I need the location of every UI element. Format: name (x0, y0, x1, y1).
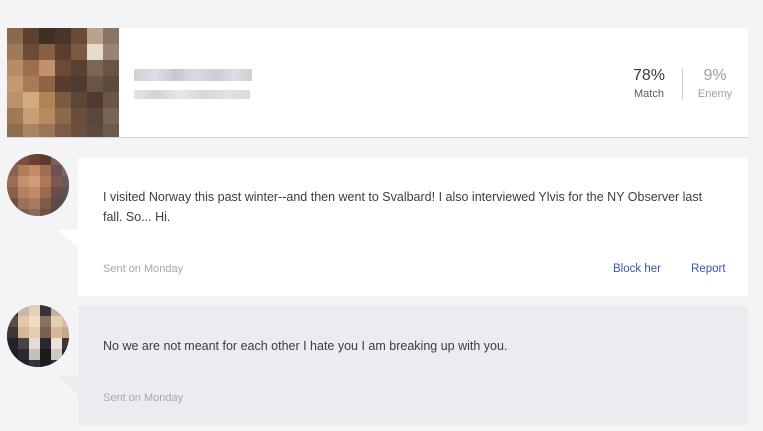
enemy-stat: 9% Enemy (687, 67, 743, 101)
stat-divider (682, 68, 683, 99)
profile-photo[interactable] (7, 28, 119, 137)
message-body: No we are not meant for each other I hat… (103, 339, 508, 353)
match-label: Match (634, 88, 664, 100)
enemy-label: Enemy (697, 88, 733, 100)
message-timestamp: Sent on Monday (103, 392, 184, 404)
profile-details-redacted (134, 90, 250, 99)
match-percentage: 78% (632, 67, 666, 84)
message-sent: No we are not meant for each other I hat… (58, 306, 748, 425)
report-button[interactable]: Report (691, 263, 726, 275)
message-received: I visited Norway this past winter--and t… (58, 158, 748, 296)
profile-name-redacted (134, 69, 252, 81)
message-timestamp: Sent on Monday (103, 263, 184, 275)
match-stat: 78% Match (621, 67, 677, 101)
enemy-percentage: 9% (703, 67, 727, 84)
profile-header: 78% Match 9% Enemy (7, 28, 748, 138)
block-button[interactable]: Block her (613, 263, 661, 275)
user-avatar[interactable] (7, 305, 69, 367)
sender-avatar[interactable] (7, 154, 69, 216)
message-body: I visited Norway this past winter--and t… (103, 190, 703, 224)
